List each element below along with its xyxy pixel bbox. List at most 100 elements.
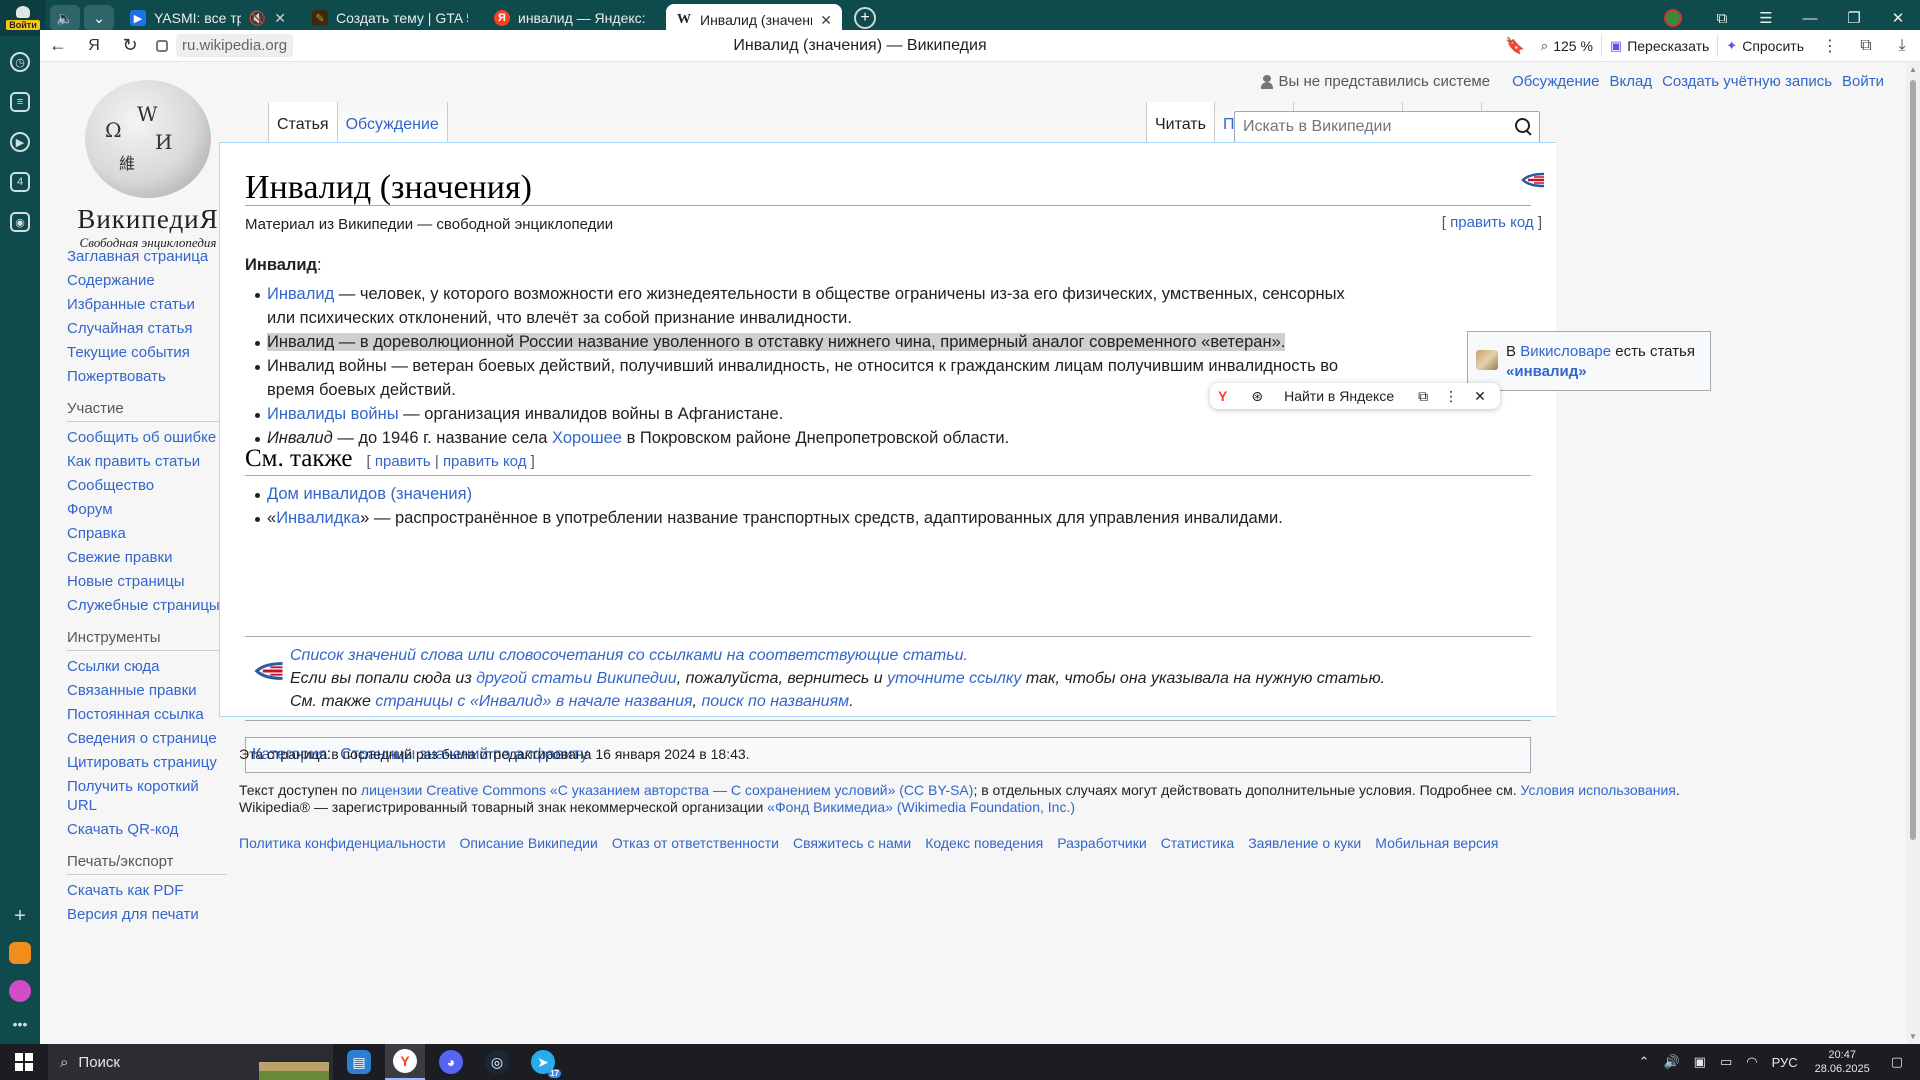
back-button[interactable]: ← [40, 35, 76, 56]
tab-yandex-search[interactable]: Я инвалид — Яндекс: нашл [484, 3, 660, 33]
sidebar-link[interactable]: Постоянная ссылка [67, 705, 227, 724]
sidebar-link[interactable]: Пожертвовать [67, 367, 227, 386]
close-tab-icon[interactable]: ✕ [820, 12, 832, 29]
sidebar-link[interactable]: Цитировать страницу [67, 753, 227, 772]
taskbar-search[interactable]: ⌕ Поиск [48, 1044, 333, 1080]
sidebar-link[interactable]: Новые страницы [67, 572, 227, 591]
wikipedia-logo[interactable]: Ω W И 維 ВикипедиЯ Свободная энциклопедия [68, 80, 228, 251]
yandex-home-button[interactable]: Я [76, 37, 112, 55]
close-icon[interactable]: ✕ [1466, 388, 1494, 405]
url-field[interactable]: ru.wikipedia.org [156, 34, 294, 57]
alice-icon[interactable] [9, 980, 31, 1002]
wiki-search-input[interactable]: Искать в Википедии [1234, 111, 1540, 143]
more-options-icon[interactable]: ⋮ [1436, 388, 1466, 405]
add-panel-icon[interactable]: + [14, 905, 26, 928]
sidebar-link[interactable]: Форум [67, 500, 227, 519]
item-link[interactable]: Инвалидка [276, 509, 360, 527]
footer-link[interactable]: Разработчики [1057, 835, 1146, 851]
wikimedia-link[interactable]: «Фонд Викимедиа» (Wikimedia Foundation, … [767, 799, 1075, 815]
chevron-up-icon[interactable]: ⌃ [1639, 1054, 1650, 1070]
copy-icon[interactable]: ⧉ [1410, 388, 1436, 405]
reload-button[interactable]: ↻ [112, 35, 148, 56]
history-icon[interactable]: ◷ [10, 52, 30, 72]
scrollbar-thumb[interactable] [1910, 80, 1916, 840]
screenshot-icon[interactable]: ◉ [10, 212, 30, 232]
tabs-dropdown-button[interactable]: ⌄ [84, 5, 114, 31]
tab-yasmi[interactable]: ▶ YASMI: все треки – 🔇 ✕ [120, 3, 296, 33]
user-contribs-link[interactable]: Вклад [1609, 73, 1652, 90]
ask-button[interactable]: ✦ Спросить [1718, 35, 1812, 57]
scroll-up-icon[interactable]: ▲ [1909, 65, 1917, 74]
more-icon[interactable]: ••• [13, 1016, 28, 1032]
muted-icon[interactable]: 🔇 [249, 10, 266, 27]
menu-icon[interactable]: ☰ [1744, 9, 1788, 27]
sidebar-link[interactable]: Получить короткий URL [67, 777, 227, 815]
tab-read[interactable]: Читать [1146, 102, 1215, 142]
close-window-button[interactable]: ✕ [1876, 9, 1920, 27]
wifi-icon[interactable]: ◠ [1746, 1054, 1757, 1070]
footer-link[interactable]: Свяжитесь с нами [793, 835, 911, 851]
sidebar-link[interactable]: Избранные статьи [67, 295, 227, 314]
item-link[interactable]: Инвалид [267, 285, 334, 303]
sidebar-link[interactable]: Ссылки сюда [67, 657, 227, 676]
terms-link[interactable]: Условия использования [1520, 782, 1675, 798]
find-in-yandex-button[interactable]: ⊛ Найти в Яндексе [1235, 388, 1410, 405]
video-icon[interactable]: ▶ [10, 132, 30, 152]
dab-fix-link[interactable]: уточните ссылку [887, 670, 1021, 687]
footer-link[interactable]: Отказ от ответственности [612, 835, 779, 851]
counter-icon[interactable]: 4 [10, 172, 30, 192]
footer-link[interactable]: Кодекс поведения [925, 835, 1043, 851]
dab-other-article-link[interactable]: другой статьи Википедии [476, 670, 676, 687]
language-indicator[interactable]: РУС [1772, 1055, 1798, 1070]
downloads-icon[interactable]: ⤓ [1884, 37, 1920, 55]
notifications-icon[interactable]: ▢ [1891, 1054, 1903, 1070]
sidebar-link[interactable]: Служебные страницы [67, 596, 227, 615]
tab-gta-forum[interactable]: ✎ Создать тему | GTA 5 RP [302, 3, 478, 33]
create-account-link[interactable]: Создать учётную запись [1662, 73, 1832, 90]
extension-icon[interactable] [1664, 9, 1682, 27]
scroll-down-icon[interactable]: ▼ [1909, 1032, 1917, 1041]
sidebar-link[interactable]: Сведения о странице [67, 729, 227, 748]
bookmarks-panel-icon[interactable]: ⧉ [1848, 37, 1884, 55]
taskbar-app-explorer[interactable]: ▤ [339, 1044, 379, 1080]
more-options-icon[interactable]: ⋮ [1812, 36, 1848, 56]
item-link[interactable]: Инвалиды войны [267, 405, 399, 423]
user-talk-link[interactable]: Обсуждение [1512, 73, 1599, 90]
tab-article[interactable]: Статья [268, 102, 338, 142]
sidebar-link[interactable]: Скачать QR-код [67, 820, 227, 839]
sidebar-link[interactable]: Содержание [67, 271, 227, 290]
speaker-icon[interactable]: 🔊 [1663, 1054, 1679, 1070]
sidebar-link[interactable]: Текущие события [67, 343, 227, 362]
yandex-icon[interactable]: Y [1210, 388, 1235, 404]
wiktionary-word-link[interactable]: «инвалид» [1506, 363, 1587, 380]
taskbar-app-telegram[interactable]: ➤ 17 [523, 1044, 563, 1080]
item-link[interactable]: Хорошее [552, 429, 622, 447]
maximize-button[interactable]: ❐ [1832, 9, 1876, 27]
close-tab-icon[interactable]: ✕ [274, 10, 286, 27]
sound-tab-button[interactable]: 🔈 [50, 5, 80, 31]
footer-link[interactable]: Статистика [1161, 835, 1235, 851]
footer-link[interactable]: Описание Википедии [460, 835, 598, 851]
collections-icon[interactable]: ⧉ [1700, 10, 1744, 27]
sidebar-link[interactable]: Случайная статья [67, 319, 227, 338]
dab-search-link[interactable]: поиск по названиям [701, 693, 849, 710]
taskbar-app-steam[interactable]: ◎ [477, 1044, 517, 1080]
start-button[interactable] [0, 1044, 48, 1080]
license-link[interactable]: лицензии Creative Commons «С указанием а… [361, 782, 974, 798]
battery-icon[interactable]: ▭ [1720, 1054, 1732, 1070]
sidebar-link[interactable]: Справка [67, 524, 227, 543]
footer-link[interactable]: Мобильная версия [1375, 835, 1498, 851]
zoom-button[interactable]: ⌕ 125 % [1533, 34, 1602, 57]
edit-code-link[interactable]: править код [1450, 214, 1534, 231]
login-link[interactable]: Войти [1842, 73, 1884, 90]
item-link[interactable]: Дом инвалидов (значения) [267, 485, 472, 503]
sidebar-link[interactable]: Скачать как PDF [67, 881, 227, 900]
dab-list-link[interactable]: Список значений слова или словосочетания… [290, 647, 968, 664]
tab-talk[interactable]: Обсуждение [337, 102, 448, 142]
display-icon[interactable]: ▣ [1694, 1054, 1706, 1070]
dab-prefix-link[interactable]: страницы с «Инвалид» в начале названия [375, 693, 692, 710]
retell-button[interactable]: ▣ Пересказать [1602, 34, 1719, 57]
edit-section-link[interactable]: править [375, 453, 431, 470]
wiktionary-link[interactable]: Викисловаре [1520, 343, 1611, 360]
sidebar-link[interactable]: Версия для печати [67, 905, 227, 924]
